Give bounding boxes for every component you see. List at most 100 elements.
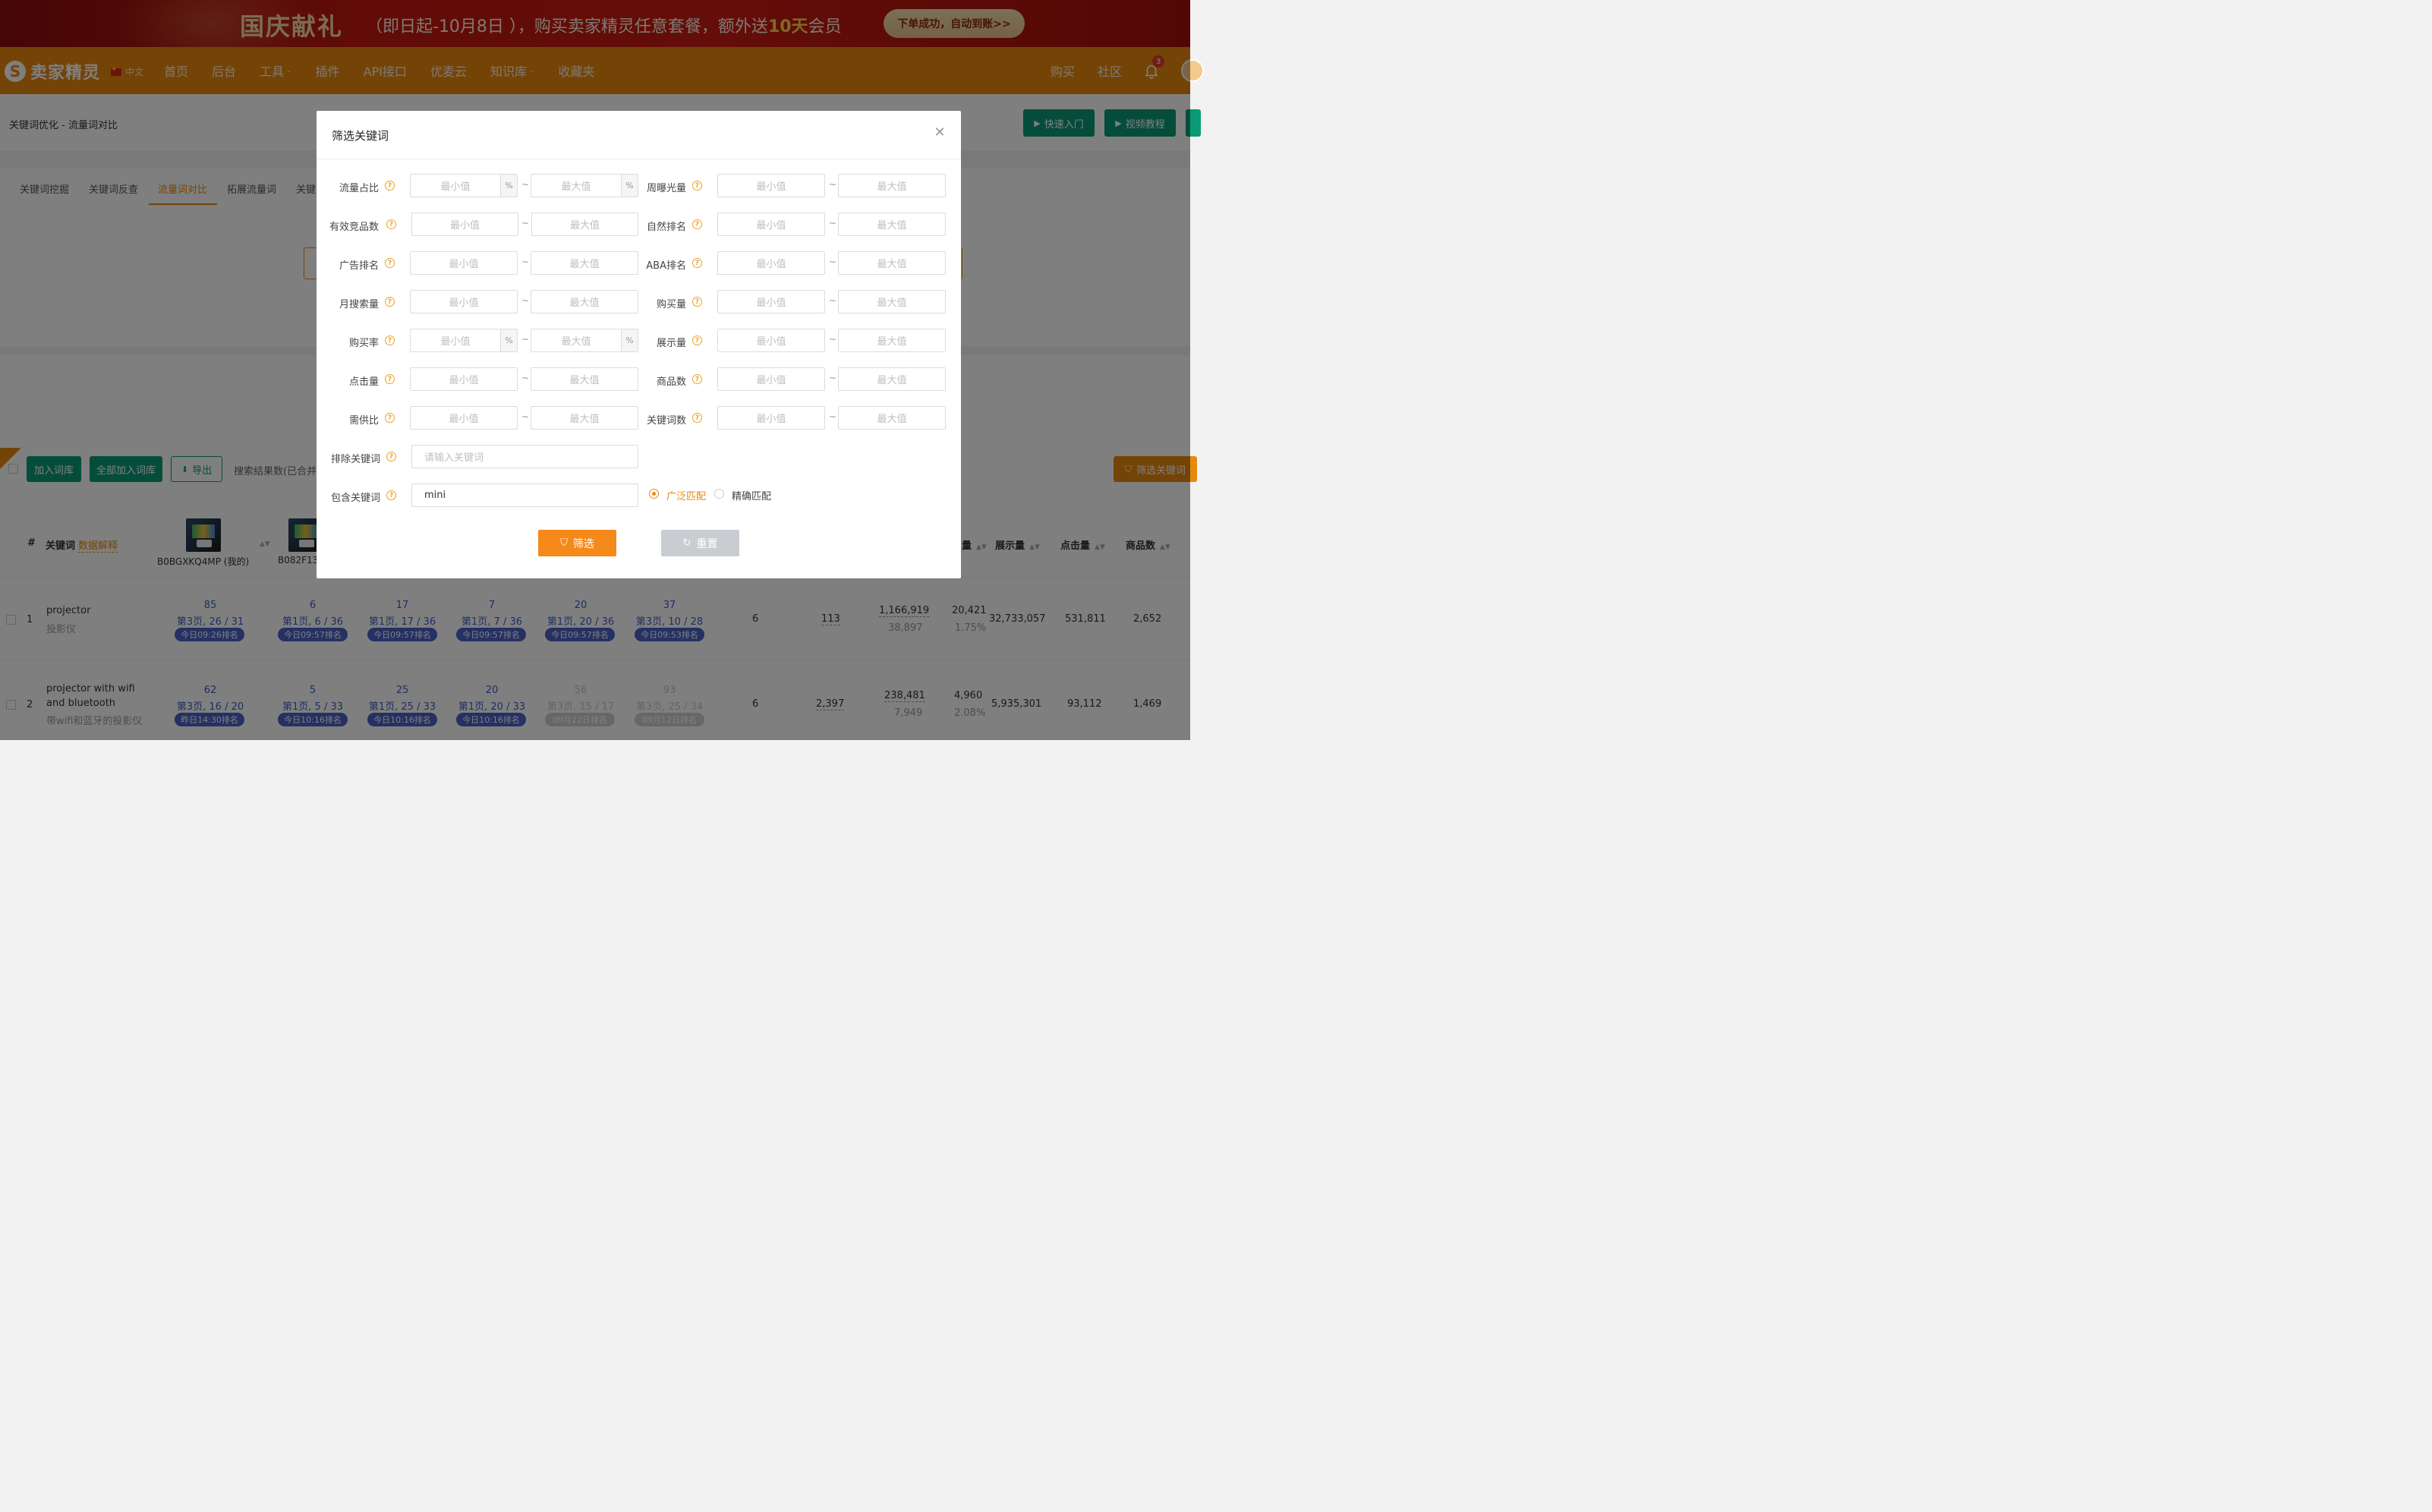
help-icon[interactable]: ? — [692, 374, 702, 384]
include-keyword-input[interactable]: mini — [411, 484, 638, 507]
help-icon[interactable]: ? — [386, 219, 396, 229]
organic-rank-max-input[interactable]: 最大值 — [838, 213, 946, 236]
placeholder: 最小值 — [756, 259, 786, 270]
exclude-keyword-input[interactable]: 请输入关键词 — [411, 445, 638, 468]
close-icon[interactable]: ✕ — [932, 124, 947, 140]
range-separator: ~ — [521, 411, 530, 422]
placeholder: 最小值 — [449, 220, 480, 232]
help-icon[interactable]: ? — [385, 335, 395, 345]
match-broad-label[interactable]: 广泛匹配 — [666, 488, 706, 502]
placeholder: 最小值 — [756, 375, 786, 386]
percent-suffix: % — [500, 329, 517, 351]
range-separator: ~ — [829, 218, 837, 228]
placeholder: 最小值 — [449, 298, 479, 309]
match-broad-radio[interactable] — [649, 489, 659, 499]
impressions-min-input[interactable]: 最小值 — [717, 329, 825, 352]
placeholder: 最大值 — [877, 181, 907, 193]
placeholder: 最小值 — [449, 375, 479, 386]
product-count-min-input[interactable]: 最小值 — [717, 367, 825, 391]
help-icon[interactable]: ? — [692, 413, 702, 423]
placeholder: 最大值 — [877, 414, 907, 425]
range-separator: ~ — [829, 295, 837, 306]
placeholder: 最大值 — [561, 181, 591, 193]
effective-competitors-max-input[interactable]: 最大值 — [531, 213, 638, 236]
match-exact-label[interactable]: 精确匹配 — [732, 488, 771, 502]
monthly-searches-max-input[interactable]: 最大值 — [531, 290, 638, 313]
range-separator: ~ — [521, 373, 530, 383]
field-label-product-count: 商品数 — [656, 376, 686, 388]
filter-submit-button[interactable]: ⛉ 筛选 — [538, 530, 616, 556]
weekly-exposure-max-input[interactable]: 最大值 — [838, 174, 946, 197]
help-icon[interactable]: ? — [692, 335, 702, 345]
placeholder: 最小值 — [756, 336, 786, 348]
organic-rank-min-input[interactable]: 最小值 — [717, 213, 825, 236]
placeholder: 最小值 — [449, 414, 479, 425]
effective-competitors-min-input[interactable]: 最小值 — [411, 213, 518, 236]
range-separator: ~ — [829, 373, 837, 383]
placeholder: 最大值 — [569, 220, 600, 232]
filter-keywords-modal: 筛选关键词 ✕ 流量占比 ? 最小值% ~ 最大值% 周曝光量 ? 最小值 ~ … — [317, 111, 961, 578]
placeholder: 最大值 — [569, 298, 600, 309]
purchase-rate-max-input[interactable]: 最大值% — [531, 329, 638, 352]
help-icon[interactable]: ? — [385, 374, 395, 384]
placeholder: 最小值 — [449, 259, 479, 270]
placeholder: 最大值 — [877, 259, 907, 270]
impressions-max-input[interactable]: 最大值 — [838, 329, 946, 352]
help-icon[interactable]: ? — [692, 181, 702, 191]
field-label-impressions: 展示量 — [656, 338, 686, 349]
help-icon[interactable]: ? — [692, 219, 702, 229]
traffic-share-min-input[interactable]: 最小值% — [410, 174, 518, 197]
match-exact-radio[interactable] — [714, 489, 724, 499]
aba-rank-min-input[interactable]: 最小值 — [717, 251, 825, 275]
placeholder: 最大值 — [877, 220, 907, 232]
placeholder: 最大值 — [569, 375, 600, 386]
weekly-exposure-min-input[interactable]: 最小值 — [717, 174, 825, 197]
help-icon[interactable]: ? — [385, 297, 395, 307]
field-label-purchases: 购买量 — [656, 299, 686, 310]
demand-supply-max-input[interactable]: 最大值 — [531, 406, 638, 430]
field-label-exclude: 排除关键词 — [330, 454, 380, 465]
traffic-share-max-input[interactable]: 最大值% — [531, 174, 638, 197]
help-icon[interactable]: ? — [692, 297, 702, 307]
purchase-rate-min-input[interactable]: 最小值% — [410, 329, 518, 352]
ad-rank-max-input[interactable]: 最大值 — [531, 251, 638, 275]
include-keyword-value: mini — [424, 490, 446, 501]
help-icon[interactable]: ? — [386, 490, 396, 500]
clicks-max-input[interactable]: 最大值 — [531, 367, 638, 391]
range-separator: ~ — [829, 411, 837, 422]
purchases-max-input[interactable]: 最大值 — [838, 290, 946, 313]
field-label-demand-supply: 需供比 — [348, 415, 379, 427]
keyword-count-min-input[interactable]: 最小值 — [717, 406, 825, 430]
product-count-max-input[interactable]: 最大值 — [838, 367, 946, 391]
help-icon[interactable]: ? — [692, 258, 702, 268]
aba-rank-max-input[interactable]: 最大值 — [838, 251, 946, 275]
placeholder: 最大值 — [569, 259, 600, 270]
placeholder: 最大值 — [569, 414, 600, 425]
ad-rank-min-input[interactable]: 最小值 — [410, 251, 518, 275]
purchases-min-input[interactable]: 最小值 — [717, 290, 825, 313]
keyword-count-max-input[interactable]: 最大值 — [838, 406, 946, 430]
clicks-min-input[interactable]: 最小值 — [410, 367, 518, 391]
modal-title: 筛选关键词 — [332, 129, 389, 143]
range-separator: ~ — [521, 257, 530, 267]
range-separator: ~ — [829, 334, 837, 345]
help-icon[interactable]: ? — [385, 413, 395, 423]
placeholder: 最小值 — [756, 298, 786, 309]
help-icon[interactable]: ? — [386, 452, 396, 461]
monthly-searches-min-input[interactable]: 最小值 — [410, 290, 518, 313]
field-label-weekly-exposure: 周曝光量 — [646, 183, 686, 194]
help-icon[interactable]: ? — [385, 181, 395, 191]
refresh-icon: ↻ — [682, 537, 691, 549]
field-label-clicks: 点击量 — [348, 376, 379, 388]
placeholder: 最大值 — [877, 375, 907, 386]
placeholder: 最大值 — [877, 336, 907, 348]
help-icon[interactable]: ? — [385, 258, 395, 268]
placeholder: 最小值 — [756, 181, 786, 193]
placeholder: 最小值 — [756, 414, 786, 425]
placeholder: 请输入关键词 — [424, 452, 484, 464]
range-separator: ~ — [521, 218, 530, 228]
demand-supply-min-input[interactable]: 最小值 — [410, 406, 518, 430]
range-separator: ~ — [521, 334, 530, 345]
reset-button[interactable]: ↻ 重置 — [661, 530, 739, 556]
field-label-keyword-count: 关键词数 — [646, 415, 686, 427]
